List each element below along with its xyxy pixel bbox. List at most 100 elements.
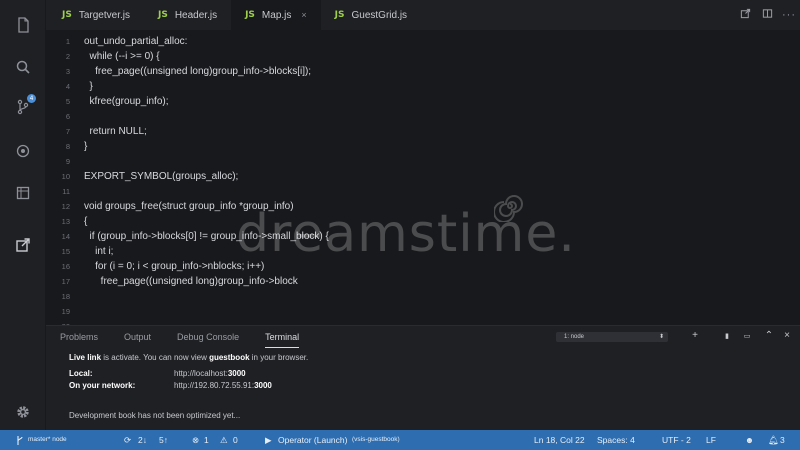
chevron-up-icon[interactable]: ⌃ xyxy=(762,330,776,341)
watermark-text: dreamstime. xyxy=(236,204,576,264)
line-number: 18 xyxy=(61,292,70,301)
tab-guestgrid[interactable]: JS GuestGrid.js xyxy=(320,0,422,30)
code-line[interactable]: } xyxy=(84,79,93,94)
tab-header[interactable]: JS Header.js xyxy=(143,0,232,30)
tab-label: GuestGrid.js xyxy=(351,9,408,21)
line-number: 10 xyxy=(61,172,70,181)
sync-incoming[interactable]: 2↓ xyxy=(138,430,147,450)
open-preview-icon[interactable] xyxy=(734,8,756,22)
line-ending[interactable]: LF xyxy=(706,430,716,450)
code-line[interactable]: out_undo_partial_alloc: xyxy=(84,34,187,49)
search-icon[interactable] xyxy=(0,50,46,84)
launch-target: (vsis-guestbook) xyxy=(352,436,400,443)
remote-explorer-icon[interactable] xyxy=(0,228,46,262)
sync-icon[interactable]: ⟳ xyxy=(124,430,131,450)
line-number: 11 xyxy=(62,187,70,196)
tab-debug-console[interactable]: Debug Console xyxy=(177,326,239,348)
split-terminal-icon[interactable]: ▮ xyxy=(720,332,734,340)
add-terminal-icon[interactable]: + xyxy=(688,330,702,341)
code-line[interactable]: return NULL; xyxy=(84,124,147,139)
settings-icon[interactable] xyxy=(0,395,46,429)
tab-targetver[interactable]: JS Targetver.js xyxy=(48,0,144,30)
bell-icon[interactable]: 🔔︎ xyxy=(768,430,779,450)
editor-actions: ··· xyxy=(734,0,800,30)
trash-icon[interactable]: ▭ xyxy=(740,332,754,340)
error-count[interactable]: 1 xyxy=(204,430,209,450)
line-number: 8 xyxy=(65,142,70,151)
bottom-panel: Problems Output Debug Console Terminal 1… xyxy=(46,325,800,430)
close-icon[interactable]: × xyxy=(780,330,794,341)
js-file-icon: JS xyxy=(245,10,255,20)
branch-status[interactable]: master* node xyxy=(28,430,67,450)
status-bar: master* node ⟳ 2↓ 5↑ ⊗ 1 ⚠ 0 ▶ Operator … xyxy=(0,430,800,450)
external-link-icon xyxy=(16,238,30,252)
tab-terminal[interactable]: Terminal xyxy=(265,326,300,348)
chevron-down-icon: ⬍ xyxy=(658,334,664,340)
editor-tab-bar: JS Targetver.js JS Header.js JS Map.js ×… xyxy=(46,0,800,30)
line-number: 5 xyxy=(65,97,70,106)
line-number: 1 xyxy=(65,37,70,46)
line-number: 15 xyxy=(61,247,70,256)
line-number: 14 xyxy=(61,232,70,241)
line-number: 4 xyxy=(65,82,70,91)
debug-icon[interactable] xyxy=(0,134,46,168)
close-icon[interactable]: × xyxy=(301,10,306,20)
code-line[interactable]: } xyxy=(84,139,87,154)
code-line[interactable]: { xyxy=(84,214,87,229)
line-number: 19 xyxy=(61,307,70,316)
tab-output[interactable]: Output xyxy=(124,326,151,348)
files-icon xyxy=(18,17,29,33)
code-line[interactable]: free_page((unsigned long)group_info->blo… xyxy=(84,64,311,79)
line-number: 7 xyxy=(65,127,70,136)
code-line[interactable]: kfree(group_info); xyxy=(84,94,169,109)
source-control-icon[interactable]: 4 xyxy=(0,90,46,124)
tab-label: Targetver.js xyxy=(78,9,130,21)
code-line[interactable]: while (--i >= 0) { xyxy=(84,49,160,64)
extensions-icon[interactable] xyxy=(0,176,46,210)
watermark: dreamstime. xyxy=(236,190,676,270)
terminal-network-url[interactable]: http://192.80.72.55.91:3000 xyxy=(174,381,272,390)
tab-label: Map.js xyxy=(261,9,292,21)
line-number: 13 xyxy=(61,217,70,226)
warning-icon[interactable]: ⚠ xyxy=(220,430,228,450)
line-number: 12 xyxy=(61,202,70,211)
code-line[interactable]: free_page((unsigned long)group_info->blo… xyxy=(84,274,298,289)
code-line[interactable]: int i; xyxy=(84,244,113,259)
code-editor[interactable]: 1234567891011121314151617181920 out_undo… xyxy=(46,30,800,331)
line-number: 3 xyxy=(65,67,70,76)
terminal-local-url[interactable]: http://localhost:3000 xyxy=(174,369,246,378)
gear-icon xyxy=(17,406,29,418)
box-icon xyxy=(16,186,30,200)
activity-bar: 4 xyxy=(0,0,46,430)
target-icon xyxy=(16,144,30,158)
js-file-icon: JS xyxy=(334,10,345,20)
launch-task[interactable]: Operator (Launch) xyxy=(278,430,347,450)
terminal-line-live: Live link is activate. You can now view … xyxy=(69,353,309,362)
split-editor-icon[interactable] xyxy=(756,8,778,22)
sync-outgoing[interactable]: 5↑ xyxy=(159,430,168,450)
terminal-footer: Development book has not been optimized … xyxy=(69,411,241,420)
encoding[interactable]: UTF - 2 xyxy=(662,430,691,450)
cursor-position[interactable]: Ln 18, Col 22 xyxy=(534,430,585,450)
more-actions-icon[interactable]: ··· xyxy=(778,9,800,21)
line-number: 9 xyxy=(65,157,70,166)
tab-map[interactable]: JS Map.js × xyxy=(231,0,321,30)
indentation[interactable]: Spaces: 4 xyxy=(597,430,635,450)
terminal-select[interactable]: 1: node ⬍ xyxy=(556,332,668,342)
magnifier-icon xyxy=(16,60,30,74)
code-line[interactable]: EXPORT_SYMBOL(groups_alloc); xyxy=(84,169,238,184)
terminal-network-label: On your network: xyxy=(69,381,136,390)
js-file-icon: JS xyxy=(62,10,72,20)
warning-count[interactable]: 0 xyxy=(233,430,238,450)
explorer-icon[interactable] xyxy=(0,8,46,42)
feedback-smiley-icon[interactable]: ☻ xyxy=(745,430,754,450)
error-icon[interactable]: ⊗ xyxy=(192,430,199,450)
tab-problems[interactable]: Problems xyxy=(60,326,98,348)
play-icon[interactable]: ▶ xyxy=(265,430,272,450)
line-number: 2 xyxy=(65,52,70,61)
branch-icon xyxy=(16,430,24,450)
line-number-gutter: 1234567891011121314151617181920 xyxy=(46,30,76,331)
line-number: 16 xyxy=(61,262,70,271)
terminal-local-label: Local: xyxy=(69,369,93,378)
notification-count[interactable]: 3 xyxy=(780,430,785,450)
